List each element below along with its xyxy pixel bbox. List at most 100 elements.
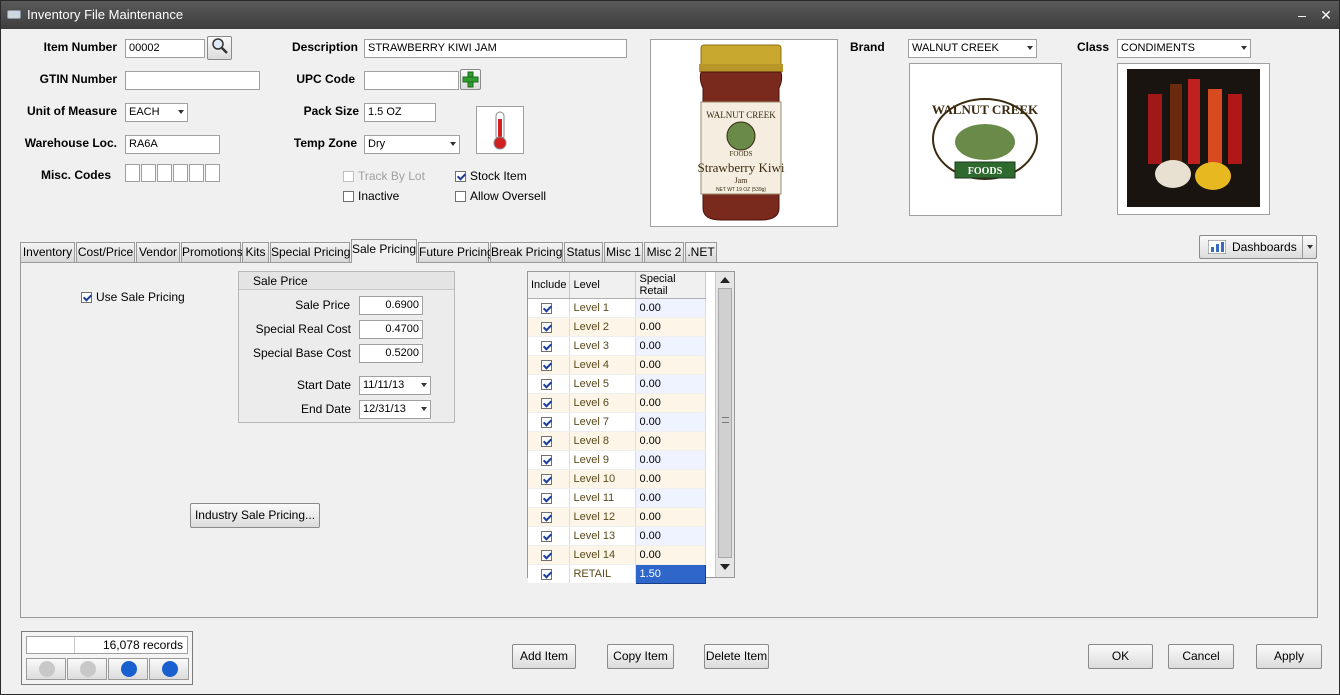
special-retail-cell[interactable]: 0.00 bbox=[635, 450, 707, 470]
allow-oversell-checkbox[interactable]: Allow Oversell bbox=[455, 189, 546, 203]
special-retail-cell[interactable]: 0.00 bbox=[635, 412, 707, 432]
misc-code-field[interactable] bbox=[157, 164, 172, 182]
tab-misc-2[interactable]: Misc 2 bbox=[644, 242, 684, 262]
add-upc-button[interactable] bbox=[460, 69, 481, 90]
include-cell[interactable] bbox=[528, 393, 571, 413]
tab-status[interactable]: Status bbox=[564, 242, 603, 262]
include-checkbox[interactable] bbox=[541, 567, 556, 581]
special-retail-cell[interactable]: 0.00 bbox=[635, 298, 707, 318]
include-checkbox[interactable] bbox=[541, 339, 556, 353]
grid-header-level[interactable]: Level bbox=[569, 272, 637, 299]
level-cell[interactable]: Level 7 bbox=[569, 412, 637, 432]
special-retail-cell[interactable]: 0.00 bbox=[635, 488, 707, 508]
misc-code-field[interactable] bbox=[173, 164, 188, 182]
include-checkbox[interactable] bbox=[541, 396, 556, 410]
special-retail-cell[interactable]: 0.00 bbox=[635, 469, 707, 489]
grid-header-include[interactable]: Include bbox=[528, 272, 571, 299]
include-cell[interactable] bbox=[528, 507, 571, 527]
brand-logo[interactable]: WALNUT CREEK FOODS bbox=[909, 63, 1062, 216]
brand-select[interactable]: WALNUT CREEK bbox=[908, 39, 1037, 58]
misc-code-field[interactable] bbox=[189, 164, 204, 182]
table-row[interactable]: Level 14 0.00 bbox=[528, 545, 707, 565]
level-cell[interactable]: Level 14 bbox=[569, 545, 637, 565]
include-cell[interactable] bbox=[528, 298, 571, 318]
tab-special-pricing[interactable]: Special Pricing bbox=[270, 242, 350, 262]
level-cell[interactable]: Level 1 bbox=[569, 298, 637, 318]
tab-future-pricing[interactable]: Future Pricing bbox=[418, 242, 494, 262]
temp-zone-select[interactable]: Dry bbox=[364, 135, 460, 154]
table-row[interactable]: Level 13 0.00 bbox=[528, 526, 707, 546]
table-row[interactable]: RETAIL 1.50 bbox=[528, 564, 707, 584]
tab-inventory[interactable]: Inventory bbox=[20, 242, 75, 262]
table-row[interactable]: Level 9 0.00 bbox=[528, 450, 707, 470]
misc-code-field[interactable] bbox=[205, 164, 220, 182]
grid-scrollbar[interactable] bbox=[715, 272, 734, 577]
delete-item-button[interactable]: Delete Item bbox=[704, 644, 769, 669]
copy-item-button[interactable]: Copy Item bbox=[607, 644, 674, 669]
start-date-picker[interactable]: 11/11/13 bbox=[359, 376, 431, 395]
use-sale-pricing-checkbox[interactable]: Use Sale Pricing bbox=[81, 290, 185, 304]
include-checkbox[interactable] bbox=[541, 529, 556, 543]
tab-net[interactable]: .NET bbox=[685, 242, 717, 262]
last-record-button[interactable] bbox=[149, 658, 189, 680]
table-row[interactable]: Level 5 0.00 bbox=[528, 374, 707, 394]
scroll-thumb[interactable] bbox=[718, 288, 732, 558]
include-cell[interactable] bbox=[528, 488, 571, 508]
include-checkbox[interactable] bbox=[541, 472, 556, 486]
special-retail-cell[interactable]: 0.00 bbox=[635, 355, 707, 375]
apply-button[interactable]: Apply bbox=[1256, 644, 1322, 669]
product-image[interactable]: WALNUT CREEK FOODS Strawberry Kiwi Jam N… bbox=[650, 39, 838, 227]
include-cell[interactable] bbox=[528, 526, 571, 546]
include-cell[interactable] bbox=[528, 564, 571, 584]
class-select[interactable]: CONDIMENTS bbox=[1117, 39, 1251, 58]
include-checkbox[interactable] bbox=[541, 548, 556, 562]
include-cell[interactable] bbox=[528, 412, 571, 432]
special-retail-cell[interactable]: 1.50 bbox=[635, 564, 707, 584]
include-cell[interactable] bbox=[528, 450, 571, 470]
include-cell[interactable] bbox=[528, 545, 571, 565]
track-by-lot-checkbox[interactable]: Track By Lot bbox=[343, 169, 425, 183]
level-cell[interactable]: Level 2 bbox=[569, 317, 637, 337]
table-row[interactable]: Level 11 0.00 bbox=[528, 488, 707, 508]
special-retail-cell[interactable]: 0.00 bbox=[635, 431, 707, 451]
level-cell[interactable]: Level 6 bbox=[569, 393, 637, 413]
pack-size-input[interactable]: 1.5 OZ bbox=[364, 103, 436, 122]
tab-sale-pricing[interactable]: Sale Pricing bbox=[351, 239, 417, 263]
record-position-field[interactable] bbox=[27, 637, 75, 653]
class-image[interactable] bbox=[1117, 63, 1270, 215]
level-cell[interactable]: Level 10 bbox=[569, 469, 637, 489]
misc-code-field[interactable] bbox=[141, 164, 156, 182]
level-cell[interactable]: Level 5 bbox=[569, 374, 637, 394]
special-retail-cell[interactable]: 0.00 bbox=[635, 374, 707, 394]
include-cell[interactable] bbox=[528, 317, 571, 337]
level-cell[interactable]: Level 9 bbox=[569, 450, 637, 470]
special-retail-cell[interactable]: 0.00 bbox=[635, 393, 707, 413]
level-cell[interactable]: Level 3 bbox=[569, 336, 637, 356]
table-row[interactable]: Level 10 0.00 bbox=[528, 469, 707, 489]
table-row[interactable]: Level 7 0.00 bbox=[528, 412, 707, 432]
tab-vendor[interactable]: Vendor bbox=[136, 242, 180, 262]
include-cell[interactable] bbox=[528, 355, 571, 375]
grid-header-special-retail[interactable]: Special Retail bbox=[635, 272, 707, 299]
upc-input[interactable] bbox=[364, 71, 459, 90]
special-base-cost-input[interactable]: 0.5200 bbox=[359, 344, 423, 363]
special-retail-cell[interactable]: 0.00 bbox=[635, 526, 707, 546]
cancel-button[interactable]: Cancel bbox=[1168, 644, 1234, 669]
table-row[interactable]: Level 3 0.00 bbox=[528, 336, 707, 356]
first-record-button[interactable] bbox=[26, 658, 66, 680]
uom-select[interactable]: EACH bbox=[125, 103, 188, 122]
include-checkbox[interactable] bbox=[541, 510, 556, 524]
include-checkbox[interactable] bbox=[541, 377, 556, 391]
include-checkbox[interactable] bbox=[541, 434, 556, 448]
special-retail-cell[interactable]: 0.00 bbox=[635, 317, 707, 337]
include-checkbox[interactable] bbox=[541, 320, 556, 334]
minimize-icon[interactable]: – bbox=[1292, 5, 1312, 25]
tab-misc-1[interactable]: Misc 1 bbox=[604, 242, 643, 262]
scroll-down-icon[interactable] bbox=[720, 564, 730, 570]
item-search-button[interactable] bbox=[207, 36, 232, 60]
table-row[interactable]: Level 12 0.00 bbox=[528, 507, 707, 527]
table-row[interactable]: Level 4 0.00 bbox=[528, 355, 707, 375]
tab-break-pricing[interactable]: Break Pricing bbox=[490, 242, 563, 262]
tab-kits[interactable]: Kits bbox=[242, 242, 269, 262]
inactive-checkbox[interactable]: Inactive bbox=[343, 189, 399, 203]
